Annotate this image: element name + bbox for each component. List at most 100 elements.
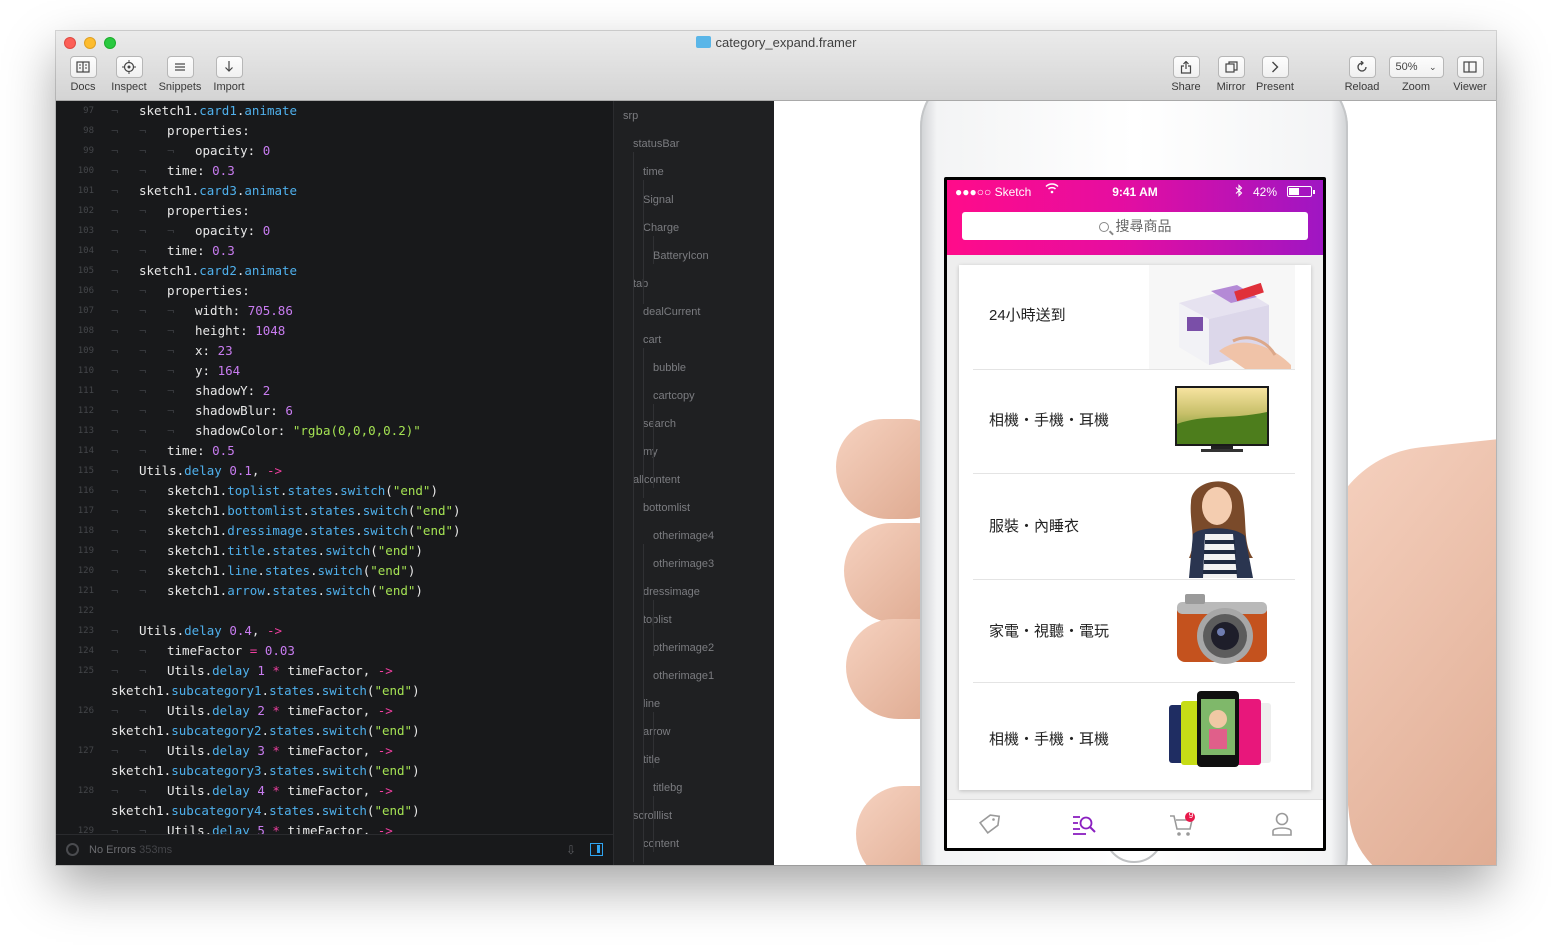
code-line[interactable]: 125 Utils.delay 1 * timeFactor, -> ¬ ¬: [56, 661, 613, 681]
layer-item[interactable]: BatteryIcon: [653, 250, 709, 262]
layer-item[interactable]: otherimage2: [653, 642, 714, 654]
layer-item[interactable]: Charge: [643, 222, 679, 234]
code-line[interactable]: 119 sketch1.title.states.switch("end") ¬ ¬: [56, 541, 613, 561]
layer-item[interactable]: statusBar: [633, 138, 679, 150]
category-row[interactable]: 相機・手機・耳機: [973, 370, 1295, 474]
layer-item[interactable]: my: [643, 446, 658, 458]
zoom-control[interactable]: 50% ⌄ Zoom: [1388, 56, 1444, 93]
layer-item[interactable]: arrow: [643, 726, 671, 738]
code-line[interactable]: 103 opacity: 0 ¬ ¬ ¬: [56, 221, 613, 241]
code-line[interactable]: 124 timeFactor = 0.03 ¬ ¬: [56, 641, 613, 661]
indent-marker: ¬: [139, 543, 147, 558]
reload-button[interactable]: Reload: [1342, 56, 1382, 93]
layer-item[interactable]: line: [643, 698, 660, 710]
layer-item[interactable]: toplist: [643, 614, 672, 626]
code-line[interactable]: 104 time: 0.3 ¬ ¬: [56, 241, 613, 261]
layer-item[interactable]: bottomlist: [643, 502, 690, 514]
code-line[interactable]: sketch1.subcategory3.states.switch("end"…: [56, 761, 613, 781]
layer-item[interactable]: dressimage: [643, 586, 700, 598]
layer-item[interactable]: content: [643, 838, 679, 850]
code-line[interactable]: 118 sketch1.dressimage.states.switch("end…: [56, 521, 613, 541]
code-line[interactable]: 109 x: 23 ¬ ¬ ¬: [56, 341, 613, 361]
indent-marker: ¬: [139, 783, 147, 798]
line-number: 99: [83, 146, 94, 156]
indent-marker: ¬: [139, 303, 147, 318]
category-row[interactable]: 24小時送到: [973, 265, 1295, 370]
line-number: 120: [77, 566, 94, 576]
code-line[interactable]: 110 y: 164 ¬ ¬ ¬: [56, 361, 613, 381]
code-line[interactable]: 123 Utils.delay 0.4, -> ¬: [56, 621, 613, 641]
product-search-input[interactable]: 搜尋商品: [962, 212, 1308, 240]
layer-item[interactable]: otherimage3: [653, 558, 714, 570]
code-line[interactable]: 120 sketch1.line.states.switch("end") ¬ ¬: [56, 561, 613, 581]
code-line[interactable]: 127 Utils.delay 3 * timeFactor, -> ¬ ¬: [56, 741, 613, 761]
code-line[interactable]: 114 time: 0.5 ¬ ¬: [56, 441, 613, 461]
gear-icon[interactable]: [66, 843, 79, 856]
person-icon[interactable]: [1271, 812, 1293, 841]
code-line[interactable]: 108 height: 1048 ¬ ¬ ¬: [56, 321, 613, 341]
layer-item[interactable]: titlebg: [653, 782, 682, 794]
inspect-button[interactable]: Inspect: [110, 56, 148, 93]
tag-icon[interactable]: [977, 812, 1001, 841]
code-line[interactable]: 107 width: 705.86 ¬ ¬ ¬: [56, 301, 613, 321]
code-line[interactable]: 100 time: 0.3 ¬ ¬: [56, 161, 613, 181]
code-line[interactable]: 115 Utils.delay 0.1, -> ¬: [56, 461, 613, 481]
mirror-button[interactable]: Mirror: [1212, 56, 1250, 93]
zoom-select[interactable]: 50% ⌄: [1388, 56, 1444, 78]
layer-item[interactable]: otherimage1: [653, 670, 714, 682]
layer-item[interactable]: search: [643, 418, 676, 430]
code-line[interactable]: 121 sketch1.arrow.states.switch("end") ¬ ¬: [56, 581, 613, 601]
layer-item[interactable]: dealCurrent: [643, 306, 700, 318]
layer-item[interactable]: tab: [633, 278, 648, 290]
category-row[interactable]: 相機・手機・耳機: [973, 683, 1295, 790]
code-line[interactable]: sketch1.subcategory1.states.switch("end"…: [56, 681, 613, 701]
category-row[interactable]: 家電・視聽・電玩: [973, 580, 1295, 683]
mirror-label: Mirror: [1216, 81, 1246, 93]
layer-item[interactable]: cartcopy: [653, 390, 695, 402]
code-line[interactable]: 106 properties: ¬ ¬: [56, 281, 613, 301]
code-line[interactable]: 112 shadowBlur: 6 ¬ ¬ ¬: [56, 401, 613, 421]
pin-icon[interactable]: ⇩: [566, 843, 576, 857]
code-line[interactable]: 101 sketch1.card3.animate ¬: [56, 181, 613, 201]
layer-item[interactable]: Signal: [643, 194, 674, 206]
search-list-icon[interactable]: [1071, 812, 1097, 841]
code-line[interactable]: sketch1.subcategory4.states.switch("end"…: [56, 801, 613, 821]
code-line[interactable]: 97 sketch1.card1.animate ¬: [56, 101, 613, 121]
code-line[interactable]: 128 Utils.delay 4 * timeFactor, -> ¬ ¬: [56, 781, 613, 801]
layer-item[interactable]: title: [643, 754, 660, 766]
code-line[interactable]: sketch1.subcategory2.states.switch("end"…: [56, 721, 613, 741]
line-number: 127: [77, 746, 94, 756]
code-line[interactable]: 113 shadowColor: "rgba(0,0,0,0.2)" ¬ ¬ ¬: [56, 421, 613, 441]
panel-toggle-icon[interactable]: [590, 843, 603, 856]
code-line[interactable]: 116 sketch1.toplist.states.switch("end") ¬…: [56, 481, 613, 501]
docs-button[interactable]: Docs: [66, 56, 100, 93]
code-editor[interactable]: 97 sketch1.card1.animate ¬ 98 properties: ¬ ¬ 9…: [56, 101, 613, 834]
layer-item[interactable]: allcontent: [633, 474, 680, 486]
category-row[interactable]: 服裝・內睡衣: [973, 474, 1295, 580]
layer-item[interactable]: cart: [643, 334, 661, 346]
code-line[interactable]: 111 shadowY: 2 ¬ ¬ ¬: [56, 381, 613, 401]
import-button[interactable]: Import: [210, 56, 248, 93]
download-arrow-icon: [215, 56, 243, 78]
code-line[interactable]: 126 Utils.delay 2 * timeFactor, -> ¬ ¬: [56, 701, 613, 721]
layer-item[interactable]: time: [643, 166, 664, 178]
snippets-button[interactable]: Snippets: [156, 56, 204, 93]
code-line[interactable]: 102 properties: ¬ ¬: [56, 201, 613, 221]
indent-marker: ¬: [111, 703, 119, 718]
code-line[interactable]: 105 sketch1.card2.animate ¬: [56, 261, 613, 281]
code-line[interactable]: 122: [56, 601, 613, 621]
indent-marker: ¬: [139, 223, 147, 238]
code-line[interactable]: 117 sketch1.bottomlist.states.switch("end…: [56, 501, 613, 521]
camera-image: [1149, 580, 1295, 682]
layer-item[interactable]: srp: [623, 110, 638, 122]
layer-item[interactable]: otherimage4: [653, 530, 714, 542]
code-line[interactable]: 99 opacity: 0 ¬ ¬ ¬: [56, 141, 613, 161]
present-button[interactable]: Present: [1254, 56, 1296, 93]
indent-marker: ¬: [111, 243, 119, 258]
code-line[interactable]: 129 Utils.delay 5 * timeFactor, -> ¬ ¬: [56, 821, 613, 834]
indent-marker: ¬: [111, 463, 119, 478]
layer-item[interactable]: bubble: [653, 362, 686, 374]
viewer-button[interactable]: Viewer: [1450, 56, 1490, 93]
share-button[interactable]: Share: [1168, 56, 1204, 93]
code-line[interactable]: 98 properties: ¬ ¬: [56, 121, 613, 141]
